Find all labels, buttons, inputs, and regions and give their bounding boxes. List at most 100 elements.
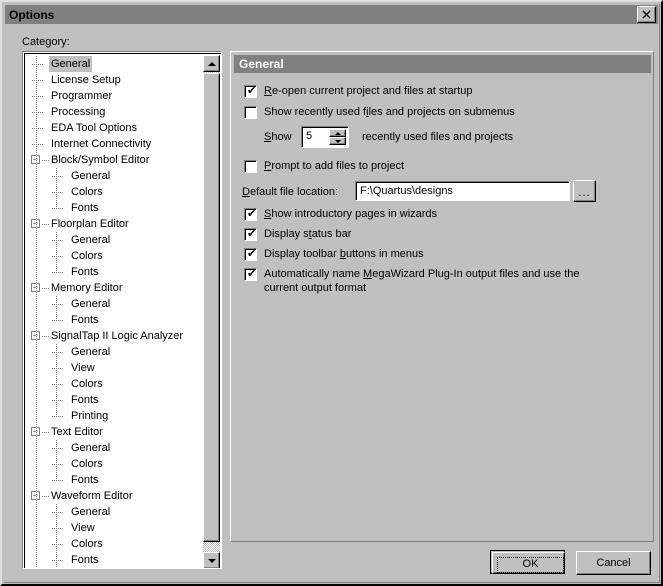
tree-connector [42,224,49,225]
file-location-accel: D [242,186,250,198]
panel-title: General [234,55,651,73]
tree-connector [52,384,63,385]
checkbox-row-prompt-add-files[interactable]: Prompt to add files to project [244,159,404,173]
tree-connector [42,432,49,433]
tree-item-waveform-editor[interactable]: −Waveform Editor [25,488,203,504]
tree-connector [52,368,63,369]
tree-item-label: General [69,168,112,184]
tree-connector [42,288,49,289]
tree-item-colors[interactable]: Colors [25,536,203,552]
checkbox-display-status-bar[interactable]: ✔ [244,228,257,241]
tree-child-spine [56,296,57,320]
tree-item-processing[interactable]: Processing [25,104,203,120]
tree-item-colors[interactable]: Colors [25,248,203,264]
show-rest: how [271,131,291,143]
tree-item-label: View [69,520,97,536]
spinner-down-arrow-icon[interactable] [329,137,346,145]
tree-item-block-symbol-editor[interactable]: −Block/Symbol Editor [25,152,203,168]
ok-button[interactable]: OK [490,550,565,574]
recent-files-count-stepper[interactable]: 5 [301,126,349,148]
tree-item-signaltap-ii-logic-analyzer[interactable]: −SignalTap II Logic Analyzer [25,328,203,344]
tree-item-label: Colors [69,184,105,200]
accelerator-letter: S [264,208,271,220]
checkbox-prompt-add-files[interactable] [244,160,257,173]
checkbox-row-reopen-project[interactable]: ✔Re-open current project and files at st… [244,84,473,98]
tree-connector [42,336,49,337]
tree-item-fonts[interactable]: Fonts [25,200,203,216]
cancel-button[interactable]: Cancel [576,551,651,575]
tree-item-fonts[interactable]: Fonts [25,472,203,488]
browse-button[interactable]: ... [573,180,596,202]
tree-item-label: General [69,344,112,360]
tree-connector [52,208,63,209]
tree-item-label: Floorplan Editor [49,216,131,232]
tree-connector [52,560,63,561]
tree-connector [52,464,63,465]
tree-item-fonts[interactable]: Fonts [25,552,203,568]
tree-item-eda-tool-options[interactable]: EDA Tool Options [25,120,203,136]
tree-item-label: SignalTap II Logic Analyzer [49,328,185,344]
tree-item-view[interactable]: View [25,360,203,376]
tree-connector [32,80,43,81]
tree-item-printing[interactable]: Printing [25,408,203,424]
tree-item-memory-editor[interactable]: −Memory Editor [25,280,203,296]
tree-item-fonts[interactable]: Fonts [25,264,203,280]
general-settings-panel: General [230,51,654,542]
tree-item-internet-connectivity[interactable]: Internet Connectivity [25,136,203,152]
tree-item-general[interactable]: General [25,168,203,184]
checkbox-row-display-status-bar[interactable]: ✔Display status bar [244,227,351,241]
scroll-up-arrow-icon[interactable] [203,55,220,72]
checkbox-row-show-recent-files[interactable]: Show recently used files and projects on… [244,105,515,119]
accelerator-letter: i [366,106,368,118]
tree-item-colors[interactable]: Colors [25,456,203,472]
scroll-down-arrow-icon[interactable] [203,552,220,568]
tree-item-label: Processing [49,104,107,120]
checkbox-row-auto-name-megawizard[interactable]: ✔ Automatically name MegaWizard Plug-In o… [244,267,580,295]
tree-item-label: Colors [69,376,105,392]
checkbox-row-show-intro-pages[interactable]: ✔Show introductory pages in wizards [244,207,437,221]
checkbox-row-display-toolbar-btns[interactable]: ✔Display toolbar buttons in menus [244,247,424,261]
checkbox-show-intro-pages[interactable]: ✔ [244,208,257,221]
checkbox-reopen-project[interactable]: ✔ [244,85,257,98]
tree-connector [32,144,43,145]
tree-item-view[interactable]: View [25,520,203,536]
tree-item-general[interactable]: General [25,504,203,520]
checkbox-auto-name-megawizard[interactable]: ✔ [244,268,257,281]
tree-item-general[interactable]: General [25,56,203,72]
checkbox-display-toolbar-btns[interactable]: ✔ [244,248,257,261]
category-tree[interactable]: GeneralLicense SetupProgrammerProcessing… [25,56,203,568]
checkbox-label-auto-name-megawizard: Automatically name MegaWizard Plug-In ou… [264,267,580,295]
spinner-up-arrow-icon[interactable] [329,129,346,137]
close-icon[interactable] [637,6,656,23]
default-file-location-input[interactable]: F:\Quartus\designs [355,181,570,201]
tree-item-label: Colors [69,536,105,552]
tree-item-general[interactable]: General [25,296,203,312]
tree-item-text-editor[interactable]: −Text Editor [25,424,203,440]
tree-connector [52,272,63,273]
tree-item-colors[interactable]: Colors [25,376,203,392]
scrollbar-thumb[interactable] [203,73,220,542]
tree-vertical-scrollbar[interactable] [203,55,220,568]
tree-item-license-setup[interactable]: License Setup [25,72,203,88]
tree-item-fonts[interactable]: Fonts [25,312,203,328]
tree-child-spine [56,344,57,416]
checkmark-icon: ✔ [247,249,255,259]
tree-item-label: Fonts [69,200,101,216]
tree-item-colors[interactable]: Colors [25,184,203,200]
stepper-buttons[interactable] [329,129,346,146]
tree-connector [42,160,49,161]
tree-item-label: Fonts [69,552,101,568]
tree-item-programmer[interactable]: Programmer [25,88,203,104]
tree-connector [52,304,63,305]
tree-item-general[interactable]: General [25,344,203,360]
accelerator-letter: R [264,85,272,97]
tree-connector [42,496,49,497]
tree-connector [52,240,63,241]
tree-item-general[interactable]: General [25,440,203,456]
tree-item-floorplan-editor[interactable]: −Floorplan Editor [25,216,203,232]
tree-item-general[interactable]: General [25,232,203,248]
recent-files-count-value: 5 [306,130,312,142]
tree-item-fonts[interactable]: Fonts [25,392,203,408]
tree-connector [32,64,43,65]
checkbox-show-recent-files[interactable] [244,106,257,119]
